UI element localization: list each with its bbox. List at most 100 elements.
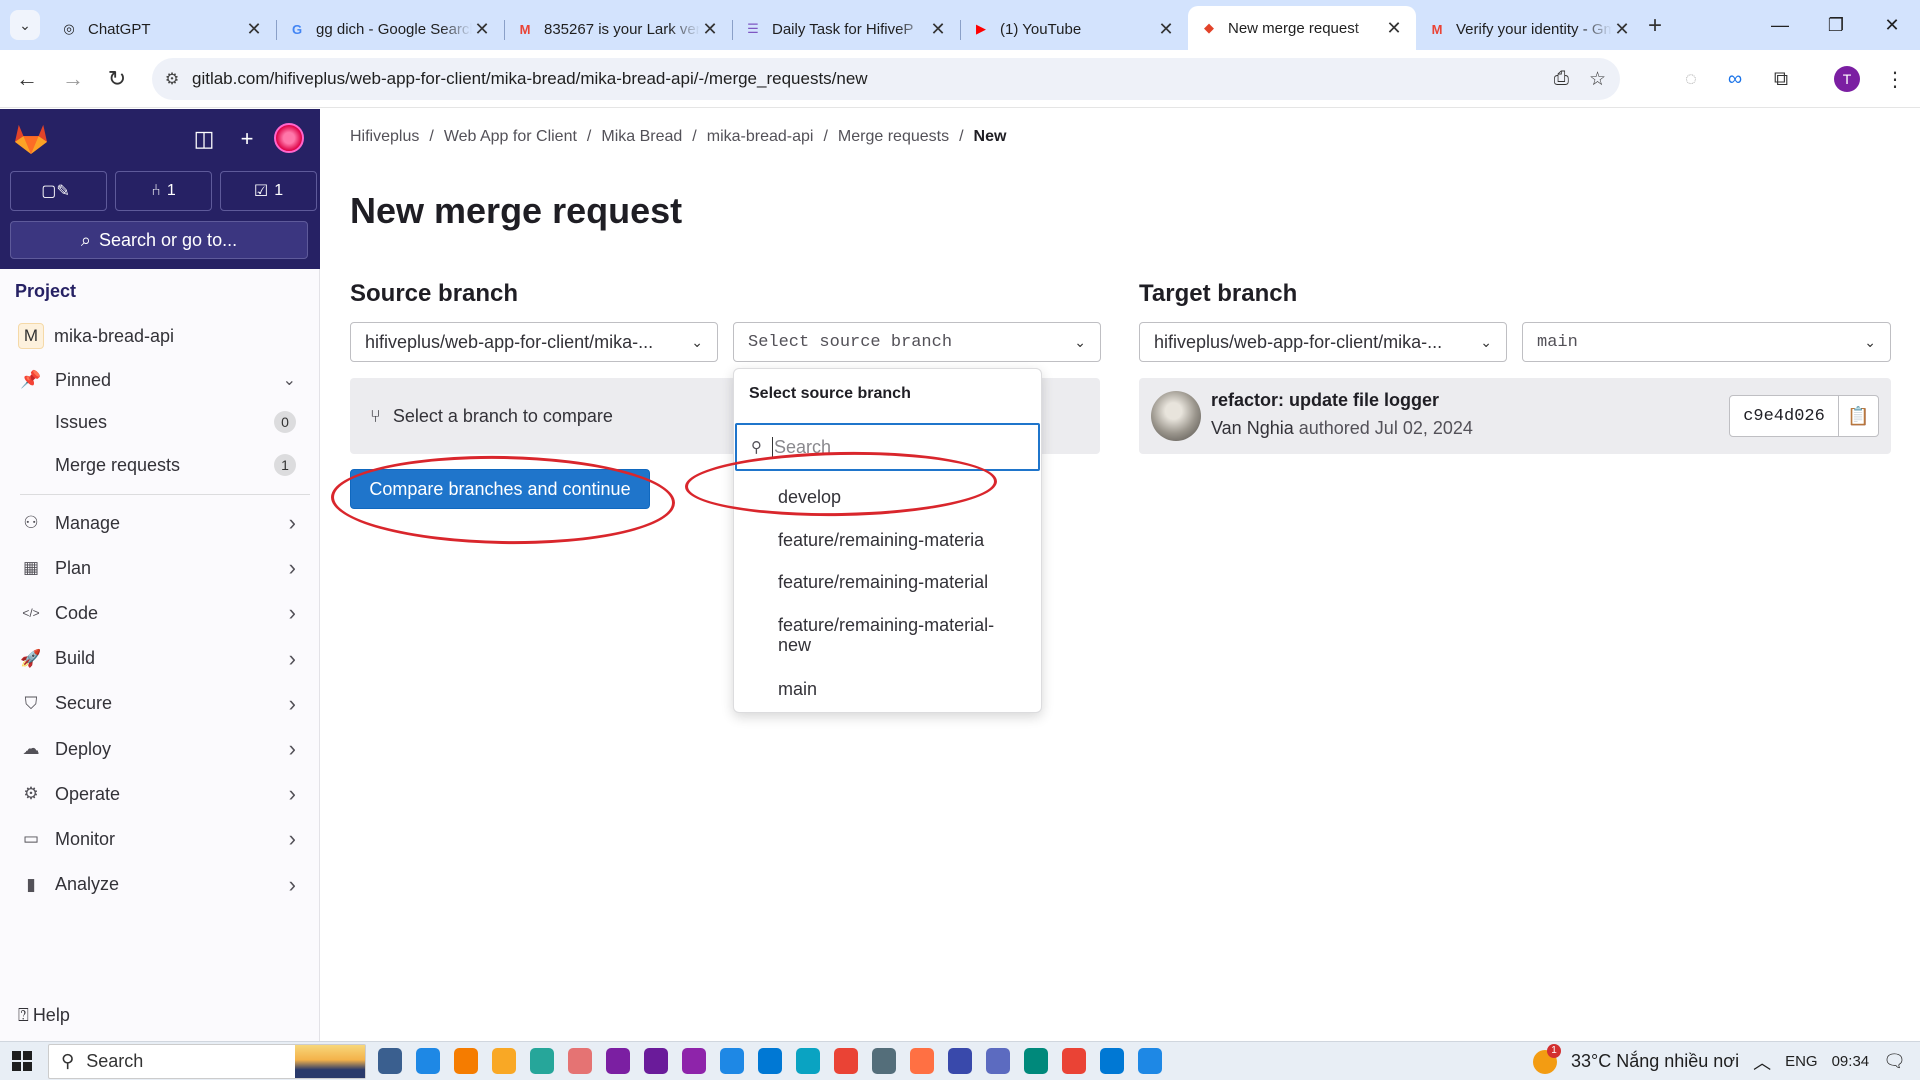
restore-button[interactable]: ❐ — [1808, 0, 1864, 50]
sidebar-item-manage[interactable]: ⚇ Manage › — [10, 503, 310, 543]
user-avatar[interactable] — [274, 123, 304, 153]
weather-icon[interactable] — [1532, 1043, 1561, 1074]
sidebar-item-monitor[interactable]: ▭ Monitor › — [10, 819, 310, 859]
breadcrumb-item[interactable]: Hifiveplus — [350, 128, 419, 146]
bookmark-star-icon[interactable]: ☆ — [1589, 68, 1606, 91]
sidebar-pinned-toggle[interactable]: 📌 Pinned ⌄ — [10, 360, 310, 400]
taskbar-app-icon[interactable] — [682, 1048, 706, 1074]
notifications-icon[interactable]: 🗨 — [1883, 1051, 1906, 1072]
tray-chevron-up-icon[interactable]: ︿ — [1753, 1049, 1771, 1075]
target-project-select[interactable]: hifiveplus/web-app-for-client/mika-... ⌄ — [1139, 322, 1507, 362]
sidebar-item-secure[interactable]: ⛉ Secure › — [10, 684, 310, 724]
taskbar-app-icon[interactable] — [834, 1048, 858, 1074]
taskbar-app-icon[interactable] — [796, 1048, 820, 1074]
sidebar-item-plan[interactable]: ▦ Plan › — [10, 548, 310, 588]
browser-tab[interactable]: M 835267 is your Lark verification code✕ — [504, 10, 732, 48]
site-info-icon[interactable]: ⚙ — [152, 69, 192, 89]
commit-author[interactable]: Van Nghia — [1211, 418, 1294, 438]
sidebar-project-link[interactable]: M mika-bread-api — [10, 316, 310, 356]
reload-button[interactable]: ↻ — [102, 64, 132, 94]
sidebar-item-operate[interactable]: ⚙ Operate › — [10, 774, 310, 814]
browser-menu-icon[interactable]: ⋮ — [1880, 64, 1910, 94]
sidebar-item-analyze[interactable]: ▮ Analyze › — [10, 865, 310, 905]
sidebar-toggle-icon[interactable]: ◫ — [190, 125, 218, 153]
taskbar-app-icon[interactable] — [948, 1048, 972, 1074]
back-button[interactable]: ← — [12, 64, 42, 94]
breadcrumb-item[interactable]: Mika Bread — [601, 128, 682, 146]
branch-option[interactable]: feature/remaining-material — [778, 572, 1018, 592]
taskbar-app-icon[interactable] — [1138, 1048, 1162, 1074]
sidebar-counter-todo[interactable]: ☑ 1 — [220, 171, 317, 211]
extension-icon[interactable]: ◌ — [1676, 64, 1706, 94]
taskbar-app-icon[interactable] — [492, 1048, 516, 1074]
new-tab-button[interactable]: + — [1648, 12, 1662, 40]
close-icon[interactable]: ✕ — [1612, 19, 1632, 40]
sidebar-item-merge-requests[interactable]: Merge requests 1 — [10, 445, 310, 485]
sidebar-counter-issues[interactable]: ▢✎ — [10, 171, 107, 211]
sidebar-item-issues[interactable]: Issues 0 — [10, 402, 310, 442]
sidebar-item-code[interactable]: </> Code › — [10, 593, 310, 633]
input-language[interactable]: ENG — [1785, 1053, 1818, 1070]
taskbar-app-icon[interactable] — [1062, 1048, 1086, 1074]
create-new-icon[interactable]: + — [233, 125, 261, 153]
close-icon[interactable]: ✕ — [1384, 18, 1404, 39]
sidebar-item-deploy[interactable]: ☁ Deploy › — [10, 729, 310, 769]
taskbar-app-icon[interactable] — [720, 1048, 744, 1074]
taskbar-app-icon[interactable] — [758, 1048, 782, 1074]
sidebar-item-build[interactable]: 🚀 Build › — [10, 639, 310, 679]
source-branch-select[interactable]: Select source branch ⌄ — [733, 322, 1101, 362]
address-bar[interactable]: ⚙ gitlab.com/hifiveplus/web-app-for-clie… — [152, 58, 1620, 100]
taskbar-app-icon[interactable] — [454, 1048, 478, 1074]
source-project-select[interactable]: hifiveplus/web-app-for-client/mika-... ⌄ — [350, 322, 718, 362]
taskbar-app-icon[interactable] — [606, 1048, 630, 1074]
browser-tab[interactable]: ◎ ChatGPT ✕ — [48, 10, 276, 48]
taskbar-app-icon[interactable] — [1100, 1048, 1124, 1074]
search-or-go-to-button[interactable]: ⌕ Search or go to... — [10, 221, 308, 259]
close-icon[interactable]: ✕ — [244, 19, 264, 40]
taskbar-app-icon[interactable] — [644, 1048, 668, 1074]
branch-option[interactable]: feature/remaining-material-new — [778, 615, 1018, 655]
clock[interactable]: 09:34 — [1832, 1053, 1870, 1070]
profile-avatar[interactable]: T — [1834, 66, 1860, 92]
gitlab-logo-icon[interactable] — [14, 123, 48, 155]
forward-button[interactable]: → — [58, 64, 88, 94]
url-text[interactable]: gitlab.com/hifiveplus/web-app-for-client… — [192, 69, 868, 89]
windows-start-icon[interactable] — [12, 1051, 32, 1071]
taskbar-app-icon[interactable] — [530, 1048, 554, 1074]
extension-loop-icon[interactable]: ∞ — [1720, 64, 1750, 94]
commit-sha[interactable]: c9e4d026 — [1729, 395, 1839, 437]
install-app-icon[interactable]: ⎙ — [1554, 68, 1569, 91]
commit-title[interactable]: refactor: update file logger — [1211, 390, 1439, 411]
close-icon[interactable]: ✕ — [700, 19, 720, 40]
browser-tab[interactable]: Ggg dich - Google Search ✕ — [276, 10, 504, 48]
breadcrumb-item[interactable]: Merge requests — [838, 128, 949, 146]
minimize-button[interactable]: — — [1752, 0, 1808, 50]
breadcrumb-item[interactable]: mika-bread-api — [707, 128, 814, 146]
close-icon[interactable]: ✕ — [928, 19, 948, 40]
tab-search-button[interactable]: ⌄ — [10, 10, 40, 40]
target-branch-select[interactable]: main ⌄ — [1522, 322, 1891, 362]
taskbar-app-icon[interactable] — [1024, 1048, 1048, 1074]
browser-tab[interactable]: M Verify your identity - Gmail✕ — [1416, 10, 1644, 48]
breadcrumb-item[interactable]: Web App for Client — [444, 128, 577, 146]
taskbar-app-icon[interactable] — [568, 1048, 592, 1074]
copy-sha-button[interactable]: 📋 — [1838, 395, 1879, 437]
taskbar-app-icon[interactable] — [416, 1048, 440, 1074]
browser-tab[interactable]: ◆ New merge request ✕ — [1188, 6, 1416, 50]
branch-option[interactable]: feature/remaining-materia — [778, 530, 1018, 550]
extensions-puzzle-icon[interactable]: ⧉ — [1766, 64, 1796, 94]
close-icon[interactable]: ✕ — [1156, 19, 1176, 40]
branch-option[interactable]: main — [778, 679, 1018, 699]
help-button[interactable]: ⍰ Help — [18, 1005, 70, 1026]
browser-tab[interactable]: ▶ (1) YouTube ✕ — [960, 10, 1188, 48]
close-icon[interactable]: ✕ — [472, 19, 492, 40]
close-window-button[interactable]: ✕ — [1864, 0, 1920, 50]
browser-tab[interactable]: ☰ Daily Task for HifiveP ✕ — [732, 10, 960, 48]
sidebar-counter-merge-request[interactable]: ⑃ 1 — [115, 171, 212, 211]
taskbar-app-icon[interactable] — [910, 1048, 934, 1074]
taskbar-app-icon[interactable] — [872, 1048, 896, 1074]
weather-text[interactable]: 33°C Nắng nhiều nơi — [1571, 1051, 1739, 1072]
taskbar-app-icon[interactable] — [986, 1048, 1010, 1074]
taskbar-search[interactable]: ⚲ Search — [48, 1044, 366, 1079]
taskbar-app-icon[interactable] — [378, 1048, 402, 1074]
